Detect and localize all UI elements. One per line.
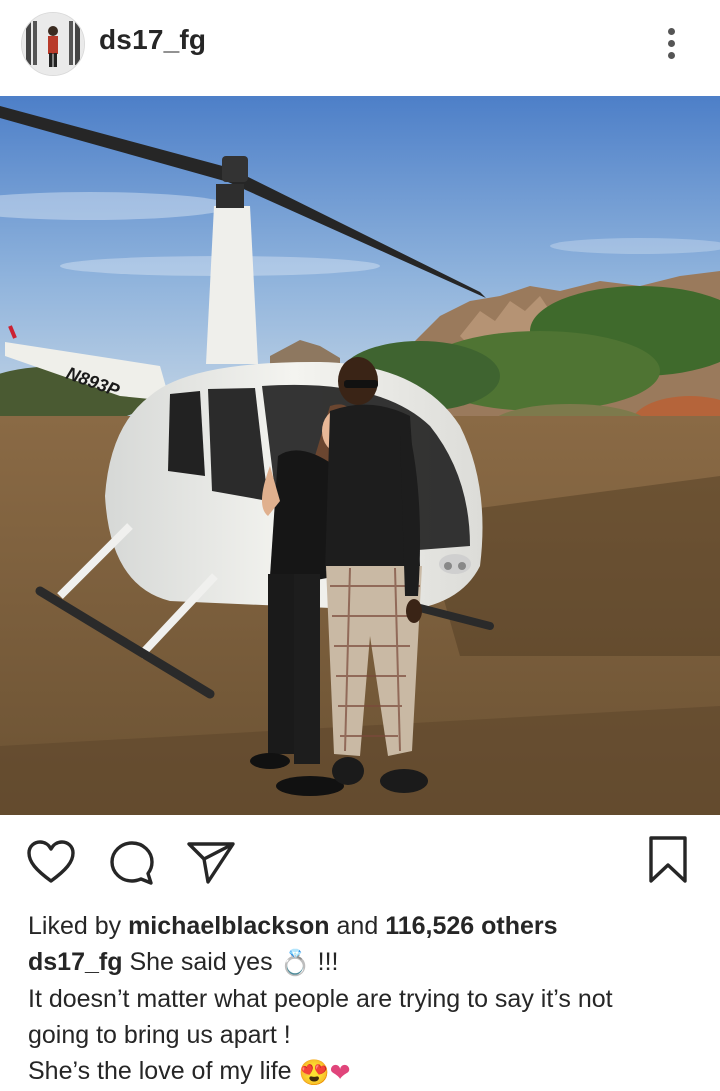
- pink-heart-emoji-icon: ❤: [329, 1058, 351, 1087]
- likes-prefix: Liked by: [28, 912, 122, 940]
- caption-exclaim: !!!: [317, 948, 339, 976]
- comment-icon: [110, 841, 154, 885]
- helicopter-couple-photo: N893P: [0, 96, 720, 815]
- caption-username[interactable]: ds17_fg: [28, 948, 122, 976]
- send-icon: [187, 842, 235, 884]
- avatar[interactable]: [21, 12, 85, 76]
- liked-by-user[interactable]: michaelblackson: [128, 912, 329, 940]
- share-button[interactable]: [186, 839, 236, 885]
- post-action-bar: [0, 815, 720, 907]
- more-options-button[interactable]: [654, 24, 690, 64]
- post-username[interactable]: ds17_fg: [99, 24, 206, 56]
- caption-line-3: going to bring us apart !: [28, 1021, 291, 1050]
- comment-button[interactable]: [108, 839, 156, 887]
- save-button[interactable]: [648, 835, 688, 885]
- caption-line-4-text: She’s the love of my life: [28, 1057, 292, 1086]
- bookmark-icon: [649, 836, 687, 883]
- ring-emoji-icon: 💍: [279, 949, 311, 978]
- heart-eyes-emoji-icon: 😍: [298, 1058, 330, 1087]
- like-button[interactable]: [26, 839, 76, 885]
- likes-line: Liked by michaelblackson and 116,526 oth…: [28, 908, 708, 944]
- likes-and: and: [336, 912, 379, 940]
- caption-line-1: ds17_fg She said yes 💍 !!!: [28, 944, 708, 981]
- caption-line-4: She’s the love of my life 😍❤: [28, 1053, 708, 1090]
- more-dot-icon: [668, 28, 675, 35]
- avatar-photo-icon: [22, 13, 84, 75]
- post-image[interactable]: N893P: [0, 96, 720, 815]
- instagram-post: ds17_fg N893P Liked by michaelblackson a…: [0, 0, 720, 1091]
- more-dot-icon: [668, 40, 675, 47]
- heart-icon: [27, 840, 75, 883]
- likes-count[interactable]: 116,526 others: [385, 912, 557, 940]
- caption-line-2: It doesn’t matter what people are trying…: [28, 985, 613, 1014]
- post-header: ds17_fg: [0, 0, 720, 96]
- post-caption-area: Liked by michaelblackson and 116,526 oth…: [28, 908, 708, 1091]
- more-dot-icon: [668, 52, 675, 59]
- caption-text: She said yes: [129, 948, 273, 976]
